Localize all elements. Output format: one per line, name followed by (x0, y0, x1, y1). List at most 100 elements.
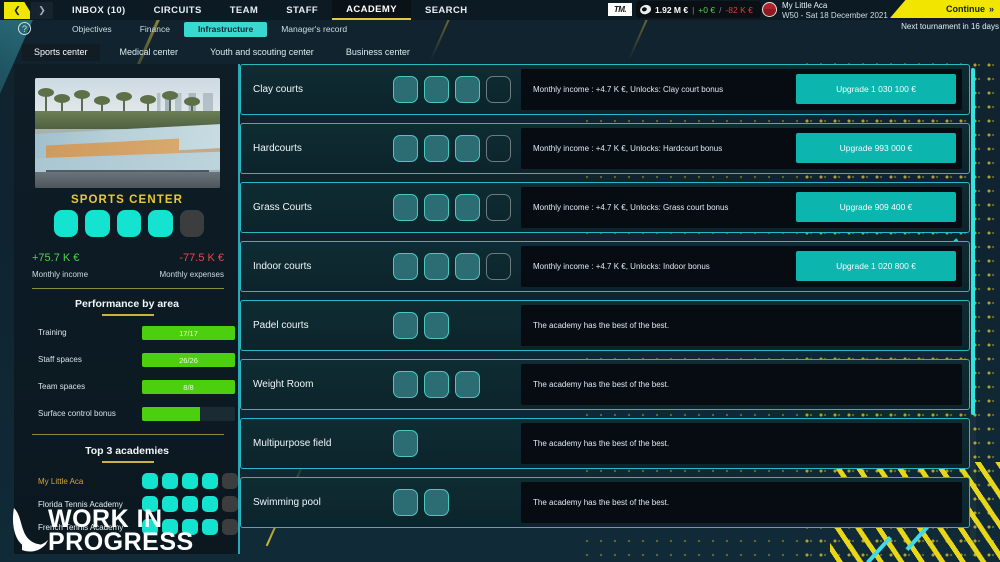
divider (32, 434, 224, 435)
nav-item-team[interactable]: TEAM (216, 0, 273, 20)
rating-pip (182, 496, 198, 512)
subnav-item-infrastructure[interactable]: Infrastructure (184, 22, 267, 37)
top-academy-row[interactable]: French Tennis Academy (32, 519, 232, 537)
separator: | (692, 5, 694, 15)
scrollbar-thumb[interactable] (971, 68, 975, 415)
next-tournament-label: Next tournament in 16 days (890, 18, 1000, 31)
nav-item-search[interactable]: SEARCH (411, 0, 482, 20)
facility-level-pip (424, 489, 449, 516)
facility-description: The academy has the best of the best. (521, 498, 669, 507)
top-academy-row[interactable]: Florida Tennis Academy (32, 496, 232, 514)
facility-level-pips (393, 430, 521, 457)
facility-name: Padel courts (241, 320, 393, 331)
facility-detail-panel: The academy has the best of the best. (521, 305, 962, 346)
rating-pip (222, 473, 238, 489)
subnav-item-objectives[interactable]: Objectives (58, 22, 126, 37)
continue-label: Continue (946, 4, 985, 14)
facility-row[interactable]: Padel courts The academy has the best of … (240, 300, 970, 351)
rating-pip (222, 496, 238, 512)
performance-label: Team spaces (38, 382, 85, 391)
facility-row[interactable]: HardcourtsMonthly income : +4.7 K €, Unl… (240, 123, 970, 174)
subnav-item-finance[interactable]: Finance (126, 22, 184, 37)
nav-item-staff[interactable]: STAFF (272, 0, 332, 20)
rating-pip (182, 519, 198, 535)
rating-pip (162, 519, 178, 535)
academy-name: My Little Aca (782, 1, 888, 11)
divider (32, 288, 224, 289)
facility-description: Monthly income : +4.7 K €, Unlocks: Hard… (521, 144, 722, 153)
rating-pip (162, 496, 178, 512)
history-navigation: ❮ ❯ (4, 2, 53, 19)
facility-level-pip (455, 194, 480, 221)
performance-value: 26/26 (142, 353, 235, 367)
income-delta: +0 € (698, 5, 715, 15)
sidebar-title: SPORTS CENTER (14, 194, 240, 206)
top-academy-name: My Little Aca (38, 477, 83, 486)
facility-row[interactable]: Weight Room The academy has the best of t… (240, 359, 970, 410)
rating-pip (142, 473, 158, 489)
facility-detail-panel: Monthly income : +4.7 K €, Unlocks: Hard… (521, 128, 962, 169)
forward-button[interactable]: ❯ (31, 2, 53, 19)
tab-business-center[interactable]: Business center (334, 44, 422, 61)
help-icon[interactable]: ? (18, 22, 31, 35)
sidebar-finance-values: +75.7 K € -77.5 K € (32, 252, 224, 264)
upgrade-button[interactable]: Upgrade 1 020 800 € (796, 251, 956, 281)
balance-value: 1.92 M € (655, 5, 688, 15)
facility-row[interactable]: Clay courtsMonthly income : +4.7 K €, Un… (240, 64, 970, 115)
facility-detail-panel: Monthly income : +4.7 K €, Unlocks: Clay… (521, 69, 962, 110)
facility-description: The academy has the best of the best. (521, 439, 669, 448)
upgrade-button[interactable]: Upgrade 909 400 € (796, 192, 956, 222)
nav-item-academy[interactable]: ACADEMY (332, 0, 411, 20)
facility-level-pips (393, 312, 521, 339)
facility-row[interactable]: Multipurpose fieldThe academy has the be… (240, 418, 970, 469)
facility-description: The academy has the best of the best. (521, 321, 669, 330)
section-underline (102, 461, 154, 463)
continue-button[interactable]: Continue » (890, 0, 1000, 18)
finance-status[interactable]: 1.92 M € | +0 € / -82 K € (636, 1, 761, 18)
facility-level-pip (424, 312, 449, 339)
facility-level-pip (424, 76, 449, 103)
facility-detail-panel: Monthly income : +4.7 K €, Unlocks: Indo… (521, 246, 962, 287)
facility-row[interactable]: Grass CourtsMonthly income : +4.7 K €, U… (240, 182, 970, 233)
facility-level-pip (393, 135, 418, 162)
facility-name: Weight Room (241, 379, 393, 390)
tab-medical-center[interactable]: Medical center (108, 44, 191, 61)
secondary-nav: ObjectivesFinanceInfrastructureManager's… (58, 20, 361, 38)
rating-pip (142, 519, 158, 535)
performance-label: Staff spaces (38, 355, 82, 364)
facility-level-pip (393, 489, 418, 516)
facility-description: The academy has the best of the best. (521, 380, 669, 389)
tab-sports-center[interactable]: Sports center (22, 44, 100, 61)
top-academy-name: French Tennis Academy (38, 523, 123, 532)
top-academy-row[interactable]: My Little Aca (32, 473, 232, 491)
facility-row[interactable]: Indoor courtsMonthly income : +4.7 K €, … (240, 241, 970, 292)
facility-detail-panel: The academy has the best of the best. (521, 482, 962, 523)
upgrade-button[interactable]: Upgrade 993 000 € (796, 133, 956, 163)
secondary-navigation-bar: ? ObjectivesFinanceInfrastructureManager… (0, 20, 1000, 38)
tab-youth-and-scouting-center[interactable]: Youth and scouting center (198, 44, 326, 61)
nav-item-circuits[interactable]: CIRCUITS (140, 0, 216, 20)
facility-detail-panel: The academy has the best of the best. (521, 364, 962, 405)
performance-row: Team spaces8/8 (32, 380, 224, 394)
facility-level-pip (393, 371, 418, 398)
chevron-right-icon: ❯ (38, 5, 46, 16)
nav-item-inbox-10[interactable]: INBOX (10) (58, 0, 140, 20)
performance-label: Training (38, 328, 67, 337)
academy-info[interactable]: My Little Aca W50 - Sat 18 December 2021 (782, 0, 888, 20)
back-button[interactable]: ❮ (4, 2, 30, 19)
facility-level-pips (393, 135, 521, 162)
facility-row[interactable]: Swimming poolThe academy has the best of… (240, 477, 970, 528)
upgrade-button[interactable]: Upgrade 1 030 100 € (796, 74, 956, 104)
monthly-income-value: +75.7 K € (32, 252, 79, 264)
facility-level-pip (393, 76, 418, 103)
top-academy-name: Florida Tennis Academy (38, 500, 123, 509)
performance-value: 8/8 (142, 380, 235, 394)
facility-level-pips (393, 253, 521, 280)
primary-nav: INBOX (10)CIRCUITSTEAMSTAFFACADEMYSEARCH (58, 0, 481, 20)
rating-pip (142, 496, 158, 512)
subnav-item-manager-s-record[interactable]: Manager's record (267, 22, 361, 37)
section-underline (102, 314, 154, 316)
facility-description: Monthly income : +4.7 K €, Unlocks: Gras… (521, 203, 728, 212)
facility-level-pips (393, 194, 521, 221)
facility-level-pip (455, 76, 480, 103)
